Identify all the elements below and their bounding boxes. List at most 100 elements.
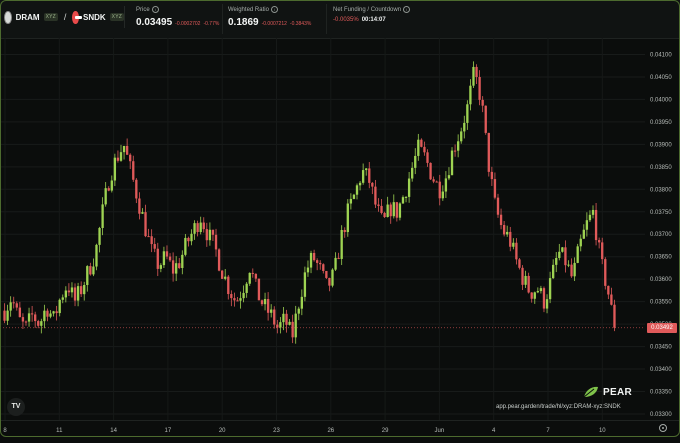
candle-body [352,194,356,199]
candle-body [472,66,475,86]
candle-body [499,214,503,226]
candle-body [61,297,64,300]
candle-body [156,248,159,269]
candle-body [346,203,349,233]
candle-body [76,286,80,301]
candle-body [263,299,267,305]
candle-body [291,321,294,338]
candle-body [141,212,144,214]
candle-body [561,247,564,252]
price-axis-labels: 0.04100 0.04050 0.04000 0.03950 0.03900 0.038… [650,52,672,418]
candle-body [573,262,576,277]
candle-body [493,179,497,198]
candle-body [58,299,61,314]
candle-body [358,182,362,186]
leaf-icon [583,386,598,398]
candle-body [423,146,426,153]
candle-body [597,240,601,243]
candle-body [613,304,616,328]
candle-body [159,265,163,269]
candle-body [266,299,270,313]
candle-body [52,311,55,314]
candle-body [530,292,533,299]
candle-body [171,260,175,274]
candle-body [113,157,117,181]
weighted-ratio-change-pct: -0.3843% [289,21,312,27]
base-badge: XYZ [43,13,58,21]
base-symbol: DRAM [15,12,40,22]
candle-body [478,76,481,100]
candle-body [83,285,86,295]
candle-body [355,185,359,195]
candle-body [374,186,377,205]
candle-body [211,229,215,235]
candle-body [444,178,448,192]
candle-body [196,223,199,233]
candle-body [227,276,230,295]
time-tick-label: 20 [219,428,226,434]
candle-body [6,310,9,321]
pair-selector[interactable]: DRAM XYZ / SNDK XYZ [4,6,125,28]
candle-body [79,286,83,295]
candle-body [242,292,245,299]
candle-body [368,168,371,183]
candle-body [129,154,132,162]
candle-body [349,198,353,204]
time-tick-label: 26 [327,428,334,434]
chart-canvas[interactable] [0,38,645,420]
divider [222,4,223,34]
candle-body [303,272,307,297]
info-icon[interactable]: i [151,6,159,13]
candle-body [429,162,432,180]
candle-body [414,155,417,168]
info-icon[interactable]: i [270,6,278,13]
candle-body [447,175,451,179]
candle-body [119,152,123,161]
candle-body [165,251,169,257]
price-tick-label: 0.04000 [650,97,672,103]
settings-icon[interactable] [659,424,667,432]
candle-body [319,262,322,265]
info-icon[interactable]: i [403,6,411,13]
candle-body [315,260,319,263]
candle-body [239,298,242,301]
time-axis[interactable]: 8 11 14 17 20 23 26 29 Jun 4 7 10 [0,420,680,438]
price-tick-label: 0.03550 [650,300,672,306]
candle-body [426,152,429,163]
candle-body [377,204,380,206]
candle-body [251,272,254,274]
candle-body [604,259,607,286]
candle-body [527,275,530,293]
candle-body [220,270,224,279]
price-axis[interactable]: 0.04100 0.04050 0.04000 0.03950 0.03900 0.038… [645,38,680,420]
price-tick-label: 0.03450 [650,345,672,351]
candle-body [43,310,46,322]
candle-body [178,263,181,269]
candle-body [257,278,261,301]
candle-body [104,188,107,205]
candle-body [175,263,178,274]
candle-body [585,220,589,230]
candle-body [594,209,598,241]
candle-body [248,272,251,284]
candle-body [46,310,49,317]
candle-body [73,287,77,301]
candle-body [469,85,472,105]
candle-body [187,237,190,242]
weighted-ratio-label: Weighted Ratio [228,6,269,13]
candle-body [92,266,95,275]
candle-body [496,197,500,215]
candle-body [601,242,604,260]
candle-body [144,212,147,237]
candle-body [297,308,300,314]
price-tick-label: 0.03650 [650,255,672,261]
candlestick-chart[interactable] [0,38,645,420]
candle-body [3,310,6,321]
time-tick-label: 4 [492,428,496,434]
candle-body [484,105,487,133]
candle-body [325,270,328,278]
candle-body [435,181,438,183]
tradingview-logo[interactable]: TV [7,398,25,416]
candle-body [389,204,392,217]
candle-body [217,249,221,271]
